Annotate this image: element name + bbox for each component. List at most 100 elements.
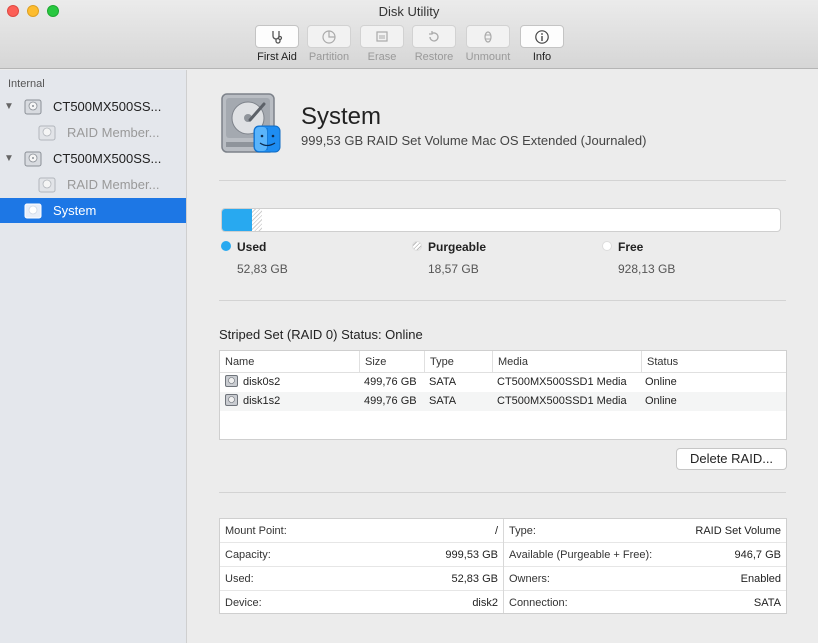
- hard-disk-icon: [225, 375, 238, 387]
- info-key: Type:: [509, 525, 536, 537]
- cell-media: CT500MX500SSD1 Media: [497, 395, 627, 407]
- usage-purgeable-segment: [251, 209, 262, 231]
- hard-disk-icon: [38, 125, 56, 140]
- stethoscope-icon: [272, 30, 283, 44]
- table-row[interactable]: disk0s2 499,76 GB SATA CT500MX500SSD1 Me…: [220, 373, 786, 392]
- raid-members-table: Name Size Type Media Status disk0s2 499,…: [219, 350, 787, 440]
- column-header-size[interactable]: Size: [359, 351, 424, 373]
- column-header-type[interactable]: Type: [424, 351, 492, 373]
- cell-media: CT500MX500SSD1 Media: [497, 376, 627, 388]
- info-key: Connection:: [509, 597, 568, 609]
- partition-button[interactable]: Partition: [301, 25, 357, 63]
- cell-name-text: disk1s2: [243, 395, 281, 407]
- sidebar-item-label: CT500MX500SS...: [53, 151, 162, 166]
- info-row-available: Available (Purgeable + Free): 946,7 GB: [504, 543, 786, 567]
- cell-type: SATA: [429, 376, 457, 388]
- restore-arrow-icon: [429, 30, 439, 42]
- eraser-icon: [376, 30, 388, 42]
- sidebar-item-label: RAID Member...: [67, 125, 160, 140]
- info-row-mount-point: Mount Point: /: [220, 519, 503, 543]
- first-aid-button-frame[interactable]: [255, 25, 299, 48]
- volume-name: System: [301, 103, 382, 130]
- window-title: Disk Utility: [378, 4, 440, 19]
- hard-disk-icon: [24, 203, 42, 218]
- info-label: Info: [532, 51, 552, 63]
- restore-button-frame[interactable]: [412, 25, 456, 48]
- info-row-type: Type: RAID Set Volume: [504, 519, 786, 543]
- info-row-used: Used: 52,83 GB: [220, 567, 503, 591]
- info-value: 946,7 GB: [734, 549, 781, 561]
- info-button-frame[interactable]: [520, 25, 564, 48]
- sidebar-item-disk-2[interactable]: ▼ CT500MX500SS...: [0, 146, 186, 171]
- free-color-dot: [602, 241, 612, 251]
- info-button[interactable]: Info: [514, 25, 570, 63]
- info-icon: [535, 29, 549, 44]
- info-key: Owners:: [509, 573, 550, 585]
- info-key: Mount Point:: [225, 525, 287, 537]
- sidebar-item-raid-member-1[interactable]: RAID Member...: [0, 120, 186, 145]
- cell-size: 499,76 GB: [364, 376, 417, 388]
- sidebar: Internal ▼ CT500MX500SS... RAID Member..…: [0, 70, 187, 643]
- restore-label: Restore: [414, 51, 454, 63]
- cell-size: 499,76 GB: [364, 395, 417, 407]
- sidebar-item-label: CT500MX500SS...: [53, 99, 162, 114]
- info-value: /: [494, 525, 498, 537]
- hard-disk-icon: [225, 394, 238, 406]
- disclosure-triangle-icon[interactable]: ▼: [4, 101, 14, 112]
- cell-name: disk1s2: [225, 392, 280, 411]
- erase-button[interactable]: Erase: [354, 25, 410, 63]
- raid-status-title: Striped Set (RAID 0) Status: Online: [219, 327, 423, 342]
- column-header-name[interactable]: Name: [220, 351, 359, 373]
- info-value: 999,53 GB: [445, 549, 498, 561]
- info-key: Used:: [225, 573, 254, 585]
- pie-chart-icon: [322, 29, 336, 44]
- column-header-media[interactable]: Media: [492, 351, 641, 373]
- eject-icon: [484, 30, 492, 43]
- sidebar-item-disk-1[interactable]: ▼ CT500MX500SS...: [0, 94, 186, 119]
- column-header-status[interactable]: Status: [641, 351, 786, 373]
- first-aid-button[interactable]: First Aid: [249, 25, 305, 63]
- volume-info-table: Mount Point: / Capacity: 999,53 GB Used:…: [219, 518, 787, 614]
- first-aid-label: First Aid: [257, 51, 297, 63]
- divider: [219, 300, 786, 301]
- unmount-button-frame[interactable]: [466, 25, 510, 48]
- info-value: RAID Set Volume: [695, 525, 781, 537]
- partition-button-frame[interactable]: [307, 25, 351, 48]
- divider: [219, 492, 786, 493]
- info-row-connection: Connection: SATA: [504, 591, 786, 615]
- sidebar-item-label: RAID Member...: [67, 177, 160, 192]
- info-value: 52,83 GB: [451, 573, 498, 585]
- cell-name: disk0s2: [225, 373, 280, 392]
- sidebar-item-raid-member-2[interactable]: RAID Member...: [0, 172, 186, 197]
- window-toolbar: Disk Utility First Aid Partition Erase R…: [0, 0, 818, 69]
- restore-button[interactable]: Restore: [406, 25, 462, 63]
- info-key: Device:: [225, 597, 262, 609]
- volume-description: 999,53 GB RAID Set Volume Mac OS Extende…: [301, 133, 647, 148]
- info-row-device: Device: disk2: [220, 591, 503, 615]
- legend-used-value: 52,83 GB: [237, 262, 288, 276]
- unmount-button[interactable]: Unmount: [460, 25, 516, 63]
- hard-disk-icon: [221, 93, 281, 153]
- legend-used-title: Used: [237, 240, 267, 254]
- info-key: Capacity:: [225, 549, 271, 561]
- unmount-label: Unmount: [465, 51, 511, 63]
- legend-free-title: Free: [618, 240, 644, 254]
- info-row-capacity: Capacity: 999,53 GB: [220, 543, 503, 567]
- disclosure-triangle-icon[interactable]: ▼: [4, 153, 14, 164]
- erase-button-frame[interactable]: [360, 25, 404, 48]
- storage-usage-bar: [221, 208, 781, 232]
- used-color-dot: [221, 241, 231, 251]
- hard-disk-icon: [24, 151, 42, 166]
- delete-raid-button[interactable]: Delete RAID...: [676, 448, 787, 470]
- erase-label: Erase: [367, 51, 397, 63]
- purgeable-color-dot: [412, 241, 422, 251]
- sidebar-item-system[interactable]: System: [0, 198, 186, 223]
- table-row[interactable]: disk1s2 499,76 GB SATA CT500MX500SSD1 Me…: [220, 392, 786, 411]
- hard-disk-icon: [24, 99, 42, 114]
- info-value: Enabled: [740, 573, 781, 585]
- sidebar-item-label: System: [53, 203, 97, 218]
- info-row-owners: Owners: Enabled: [504, 567, 786, 591]
- table-header: Name Size Type Media Status: [220, 351, 786, 373]
- info-value: SATA: [753, 597, 781, 609]
- info-key: Available (Purgeable + Free):: [509, 549, 653, 561]
